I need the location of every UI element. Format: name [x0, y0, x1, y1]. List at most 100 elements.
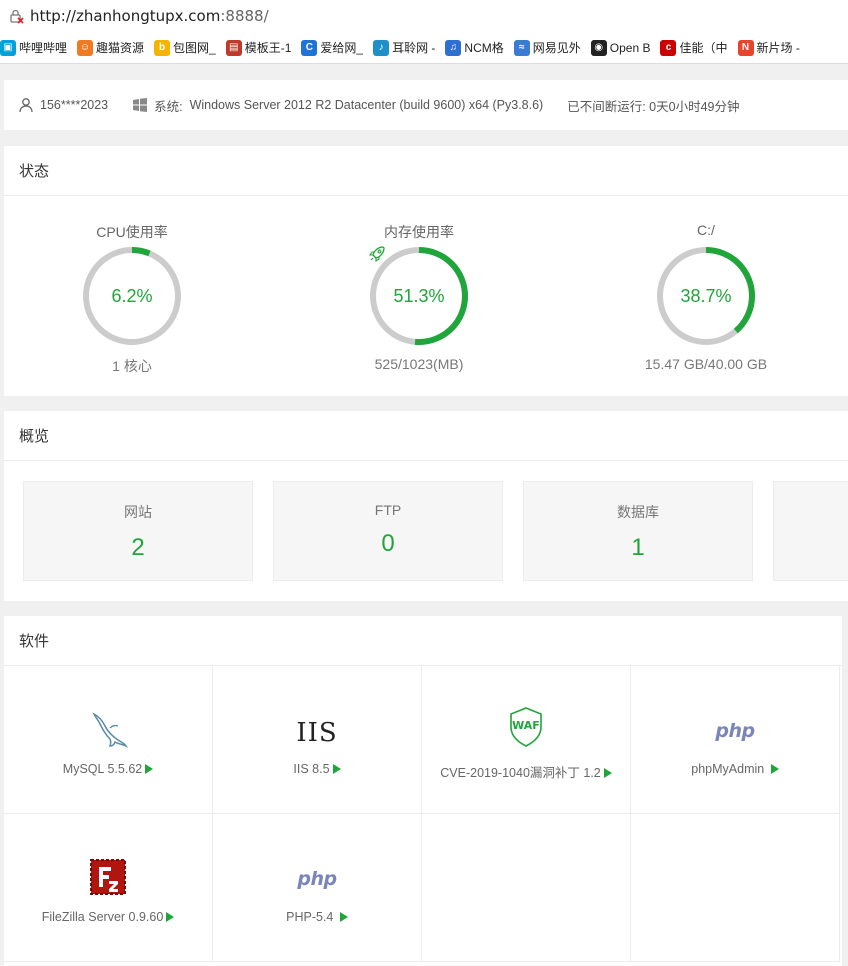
bookmark-label: 新片场 - — [756, 41, 800, 55]
bookmark-item[interactable]: N 新片场 - — [737, 32, 800, 63]
gauge-percent: 38.7% — [680, 285, 732, 306]
software-item-waf-patch[interactable]: WAF CVE-2019-1040漏洞补丁 1.2 — [422, 666, 631, 814]
system-info: 系统: Windows Server 2012 R2 Datacenter (b… — [132, 96, 543, 115]
card-value[interactable]: 1 — [524, 534, 752, 562]
software-item-filezilla[interactable]: FileZilla Server 0.9.60 — [4, 814, 213, 962]
insecure-lock-icon[interactable] — [8, 8, 24, 24]
status-panel: 状态 CPU使用率 6.2% 1 核心 内存使用率 51.3% 525/1023… — [4, 146, 848, 396]
waf-text: WAF — [512, 719, 540, 732]
memory-gauge[interactable]: 内存使用率 51.3% 525/1023(MB) — [329, 196, 509, 372]
gauge-label: 内存使用率 — [384, 224, 454, 240]
url-text[interactable]: http://zhanhongtupx.com:8888/ — [30, 7, 269, 25]
gauge-ring: 51.3% — [367, 244, 471, 348]
filezilla-icon — [90, 859, 126, 895]
aigei-icon: C — [301, 39, 318, 56]
software-empty-cell — [422, 814, 631, 962]
bookmark-item[interactable]: ☺ 趣猫资源 — [77, 32, 145, 63]
cpu-gauge[interactable]: CPU使用率 6.2% 1 核心 — [42, 196, 222, 376]
music-note-icon: ♫ — [445, 39, 462, 56]
bookmark-item[interactable]: ♫ NCM格 — [445, 32, 504, 63]
overview-card-websites[interactable]: 网站 2 — [23, 481, 253, 581]
overview-card-ftp[interactable]: FTP 0 — [273, 481, 503, 581]
software-name: FileZilla Server 0.9.60 — [41, 910, 164, 924]
gauge-ring: 6.2% — [80, 244, 184, 348]
card-name: 网站 — [124, 504, 152, 520]
play-icon[interactable] — [770, 764, 779, 774]
gauge-percent: 6.2% — [111, 285, 153, 306]
address-bar[interactable]: http://zhanhongtupx.com:8888/ — [0, 0, 848, 32]
url-host: http://zhanhongtupx.com — [30, 7, 221, 25]
play-icon[interactable] — [603, 768, 612, 778]
card-name: 数据库 — [617, 504, 659, 520]
uptime-info: 已不间断运行: 0天0小时49分钟 — [567, 96, 739, 115]
card-value[interactable]: 0 — [274, 530, 502, 558]
gauge-percent: 51.3% — [393, 285, 445, 306]
gauge-label: C:/ — [697, 222, 715, 238]
bookmark-label: 爱给网_ — [320, 41, 364, 55]
bookmark-item[interactable]: b 包图网_ — [154, 32, 216, 63]
bookmark-label: 耳聆网 - — [392, 41, 436, 55]
software-name: PHP-5.4 — [286, 910, 334, 924]
baotu-icon: b — [154, 39, 171, 56]
bookmark-item[interactable]: c 佳能（中 — [660, 32, 728, 63]
software-item-mysql[interactable]: MySQL 5.5.62 — [4, 666, 213, 814]
bookmark-item[interactable]: ◉ Open B — [590, 32, 651, 63]
bookmark-label: Open B — [609, 40, 651, 55]
software-item-iis[interactable]: IIS IIS 8.5 — [213, 666, 422, 814]
software-name: MySQL 5.5.62 — [62, 762, 143, 776]
user-info: 156****2023 — [18, 97, 108, 113]
bookmark-item[interactable]: ▤ 模板王-1 — [225, 32, 292, 63]
server-info-bar: 156****2023 系统: Windows Server 2012 R2 D… — [4, 80, 848, 130]
play-icon[interactable] — [339, 912, 348, 922]
software-name: phpMyAdmin — [691, 762, 765, 776]
bookmark-label: 趣猫资源 — [96, 41, 145, 55]
template-icon: ▤ — [225, 39, 242, 56]
new-icon: N — [737, 39, 754, 56]
disk-gauge[interactable]: C:/ 38.7% 15.47 GB/40.00 GB — [616, 196, 796, 372]
card-name: FTP — [374, 502, 402, 518]
gauge-sub: 1 核心 — [112, 358, 152, 374]
php-logo: php — [297, 868, 337, 890]
system-value: Windows Server 2012 R2 Datacenter (build… — [189, 98, 544, 112]
bookmark-label: 佳能（中 — [679, 41, 728, 55]
ear-icon: ♪ — [373, 39, 390, 56]
software-name: CVE-2019-1040漏洞补丁 1.2 — [440, 766, 601, 780]
overview-card-partial[interactable] — [773, 481, 848, 581]
user-icon — [19, 98, 33, 113]
software-panel: 软件 MySQL 5.5.62 IIS IIS 8.5 WAF CVE-2019… — [4, 616, 842, 966]
play-icon[interactable] — [332, 764, 341, 774]
overview-title: 概览 — [4, 411, 848, 461]
play-icon[interactable] — [166, 912, 175, 922]
overview-card-database[interactable]: 数据库 1 — [523, 481, 753, 581]
software-item-phpmyadmin[interactable]: php phpMyAdmin — [631, 666, 840, 814]
wave-icon: ≈ — [513, 39, 530, 56]
bookmark-item[interactable]: ≈ 网易见外 — [513, 32, 581, 63]
bookmark-label: 模板王-1 — [244, 41, 292, 55]
uptime-text: 已不间断运行: 0天0小时49分钟 — [567, 99, 740, 114]
software-empty-cell — [631, 814, 840, 962]
bookmarks-bar: ▣ 哔哩哔哩 ☺ 趣猫资源 b 包图网_ ▤ 模板王-1 C 爱给网_ ♪ 耳聆网 - ♫ NCM格 ≈ 网易… — [0, 32, 848, 64]
bookmark-label: 包图网_ — [173, 41, 216, 55]
cat-icon: ☺ — [77, 39, 94, 56]
bookmark-item[interactable]: C 爱给网_ — [301, 32, 364, 63]
gauge-label: CPU使用率 — [96, 224, 168, 240]
software-name: IIS 8.5 — [293, 762, 330, 776]
overview-panel: 概览 网站 2 FTP 0 数据库 1 — [4, 411, 848, 601]
url-port: :8888/ — [220, 7, 269, 25]
user-phone: 156****2023 — [40, 98, 109, 112]
card-value[interactable]: 2 — [24, 534, 252, 562]
bookmark-label: 网易见外 — [532, 41, 581, 55]
play-icon[interactable] — [145, 764, 154, 774]
system-label: 系统: — [154, 99, 183, 114]
bookmark-item[interactable]: ▣ 哔哩哔哩 — [0, 32, 68, 63]
bookmark-label: 哔哩哔哩 — [19, 41, 68, 55]
iis-logo: IIS — [296, 718, 338, 748]
bookmark-label: NCM格 — [464, 41, 504, 55]
bilibili-icon: ▣ — [0, 39, 16, 56]
windows-icon — [133, 98, 148, 112]
bookmark-item[interactable]: ♪ 耳聆网 - — [373, 32, 436, 63]
php-logo: php — [715, 720, 755, 742]
canon-icon: c — [660, 39, 677, 56]
software-item-php54[interactable]: php PHP-5.4 — [213, 814, 422, 962]
gauge-sub: 15.47 GB/40.00 GB — [644, 356, 768, 372]
